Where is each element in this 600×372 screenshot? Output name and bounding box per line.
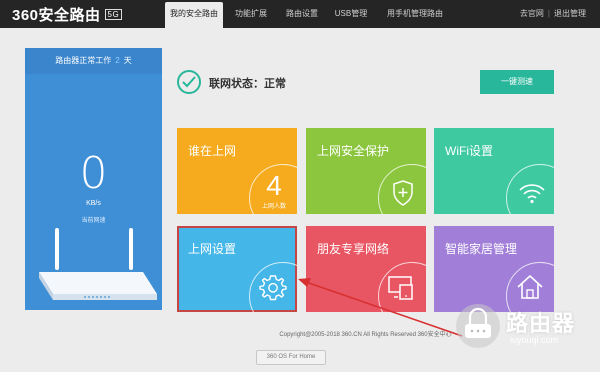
tab-mobile-manage[interactable]: 用手机管理路由 bbox=[379, 0, 451, 28]
uptime-days: 2 bbox=[115, 56, 120, 65]
tab-router-settings[interactable]: 路由设置 bbox=[280, 0, 324, 28]
tile-title: 上网安全保护 bbox=[317, 144, 390, 158]
online-count: 4 bbox=[266, 170, 282, 201]
connection-status-row: 联网状态：正常 一键测速 bbox=[177, 70, 554, 94]
shield-icon bbox=[393, 180, 413, 206]
router-logo-icon bbox=[456, 304, 500, 348]
tile-security-protection[interactable]: 上网安全保护 bbox=[306, 128, 426, 214]
uptime-prefix: 路由器正常工作 bbox=[55, 56, 112, 65]
tile-title: 朋友专享网络 bbox=[317, 242, 390, 256]
tile-friend-network[interactable]: 朋友专享网络 bbox=[306, 226, 426, 312]
tile-wifi-settings[interactable]: WiFi设置 bbox=[434, 128, 554, 214]
wifi-icon bbox=[519, 184, 545, 204]
user-links: 去官网 | 退出管理 bbox=[520, 0, 586, 28]
connection-status-text: 联网状态：正常 bbox=[209, 78, 286, 90]
official-site-link[interactable]: 去官网 bbox=[520, 9, 544, 18]
check-icon bbox=[177, 70, 201, 94]
uptime-suffix: 天 bbox=[123, 56, 132, 65]
link-separator: | bbox=[547, 9, 550, 18]
watermark-title: 路由器 bbox=[506, 311, 576, 336]
tab-extensions[interactable]: 功能扩展 bbox=[229, 0, 273, 28]
top-navigation-bar: 360安全路由 5G 我的安全路由 功能扩展 路由设置 USB管理 用手机管理路由… bbox=[0, 0, 600, 28]
tile-internet-settings[interactable]: 上网设置 bbox=[177, 226, 297, 312]
watermark: 路由器 luyouqi.com bbox=[456, 304, 586, 352]
tile-title: 智能家居管理 bbox=[445, 242, 518, 256]
logout-link[interactable]: 退出管理 bbox=[554, 9, 586, 18]
tile-who-online[interactable]: 谁在上网 4 上网人数 bbox=[177, 128, 297, 214]
tab-usb[interactable]: USB管理 bbox=[331, 0, 371, 28]
tab-my-router[interactable]: 我的安全路由 bbox=[165, 2, 223, 28]
gear-icon bbox=[259, 275, 287, 301]
home-icon bbox=[517, 275, 543, 299]
tile-smart-home[interactable]: 智能家居管理 bbox=[434, 226, 554, 312]
os-for-home-button[interactable]: 360 OS For Home bbox=[256, 350, 326, 365]
online-count-label: 上网人数 bbox=[261, 204, 286, 210]
logo-text: 360安全路由 bbox=[12, 7, 101, 24]
speed-test-button[interactable]: 一键测速 bbox=[480, 70, 554, 94]
tile-title: WiFi设置 bbox=[445, 144, 493, 158]
tile-title: 上网设置 bbox=[188, 242, 237, 256]
devices-icon bbox=[388, 276, 413, 300]
router-status-panel: 路由器正常工作 2 天 0 KB/s 当前网速 bbox=[25, 48, 162, 310]
speed-value: 0 bbox=[79, 148, 108, 199]
router-illustration bbox=[39, 228, 157, 300]
uptime-header: 路由器正常工作 2 天 bbox=[25, 48, 162, 74]
speed-label: 当前网速 bbox=[81, 218, 106, 224]
watermark-url: luyouqi.com bbox=[510, 335, 559, 345]
logo-version-badge: 5G bbox=[104, 9, 123, 20]
brand-logo[interactable]: 360安全路由 5G bbox=[12, 4, 123, 25]
tile-title: 谁在上网 bbox=[188, 144, 237, 158]
speed-unit: KB/s bbox=[86, 200, 101, 207]
